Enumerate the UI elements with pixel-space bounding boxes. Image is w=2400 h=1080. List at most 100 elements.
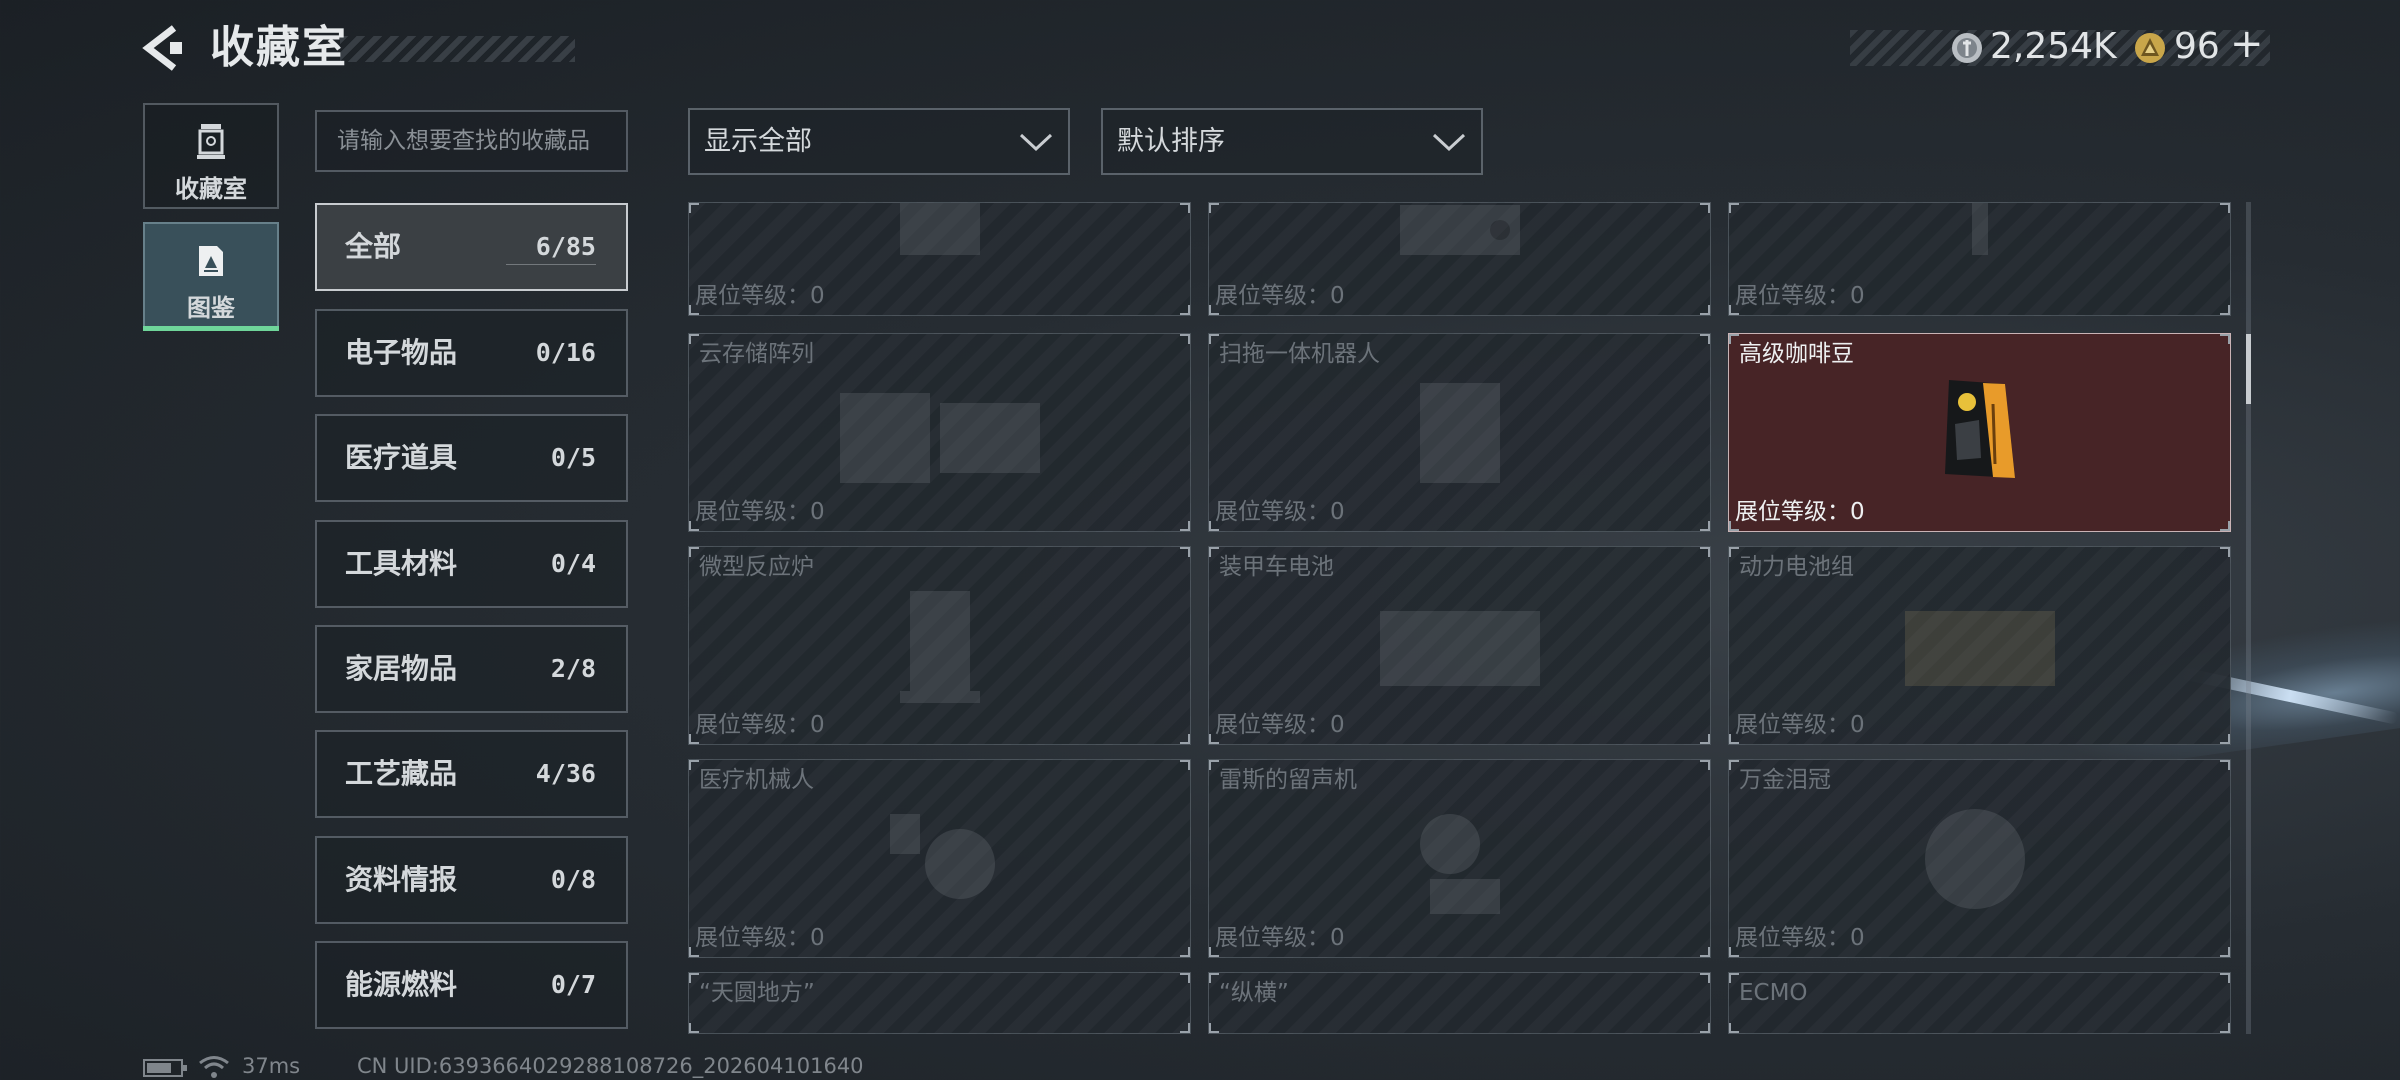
item-level: 展位等级：0 (695, 712, 825, 738)
card-corner-bracket (1209, 734, 1219, 744)
card-corner-bracket (1729, 1023, 1739, 1033)
category-name: 工具材料 (345, 547, 458, 580)
card-corner-bracket (1209, 521, 1219, 531)
card-corner-bracket (1209, 334, 1219, 344)
card-corner-bracket (689, 334, 699, 344)
network-ping: 37ms (242, 1054, 301, 1078)
item-name: 扫拖一体机器人 (1219, 341, 1380, 367)
card-corner-bracket (1729, 760, 1739, 770)
item-level: 展位等级：0 (695, 499, 825, 525)
category-count: 6/85 (505, 205, 597, 289)
item-name: 微型反应炉 (699, 554, 814, 580)
category-medical[interactable]: 医疗道具 0/5 (315, 414, 628, 502)
item-name: 高级咖啡豆 (1739, 341, 1854, 367)
add-premium-button[interactable]: + (2230, 19, 2264, 69)
card-corner-bracket (2220, 1023, 2230, 1033)
collection-search-input[interactable] (315, 110, 628, 172)
collection-item-card[interactable]: “天圆地方” (688, 972, 1191, 1034)
grid-scrollbar-track[interactable] (2246, 202, 2251, 1034)
collection-item-card[interactable]: 雷斯的留声机 展位等级：0 (1208, 759, 1711, 958)
collection-item-card[interactable]: “纵横” (1208, 972, 1711, 1034)
nav-active-indicator (143, 326, 279, 331)
item-name: 医疗机械人 (699, 767, 814, 793)
display-filter-dropdown[interactable]: 显示全部 (688, 108, 1070, 175)
item-name: 装甲车电池 (1219, 554, 1334, 580)
item-name: 云存储阵列 (699, 341, 814, 367)
card-corner-bracket (1209, 760, 1219, 770)
card-corner-bracket (1729, 947, 1739, 957)
card-corner-bracket (1180, 547, 1190, 557)
item-level: 展位等级：0 (1735, 499, 1865, 525)
collection-item-card[interactable]: 装甲车电池 展位等级：0 (1208, 546, 1711, 745)
card-corner-bracket (1700, 973, 1710, 983)
collection-item-card[interactable]: 万金泪冠 展位等级：0 (1728, 759, 2231, 958)
card-corner-bracket (1209, 947, 1219, 957)
collection-item-card[interactable]: 展位等级：0 (1208, 202, 1711, 316)
nav-collection-room[interactable]: 收藏室 (143, 103, 279, 209)
card-corner-bracket (2220, 947, 2230, 957)
item-level: 展位等级：0 (1215, 283, 1345, 309)
card-corner-bracket (1209, 203, 1219, 213)
category-tools[interactable]: 工具材料 0/4 (315, 520, 628, 608)
collection-item-card[interactable]: 展位等级：0 (1728, 202, 2231, 316)
category-crafts[interactable]: 工艺藏品 4/36 (315, 730, 628, 818)
nav-catalog[interactable]: 图鉴 (143, 222, 279, 328)
card-corner-bracket (689, 734, 699, 744)
display-filter-value: 显示全部 (704, 126, 812, 157)
card-corner-bracket (2220, 305, 2230, 315)
collection-item-card[interactable]: 展位等级：0 (688, 202, 1191, 316)
category-count: 0/4 (550, 549, 596, 578)
item-level: 展位等级：0 (1735, 925, 1865, 951)
sort-dropdown[interactable]: 默认排序 (1101, 108, 1483, 175)
card-corner-bracket (689, 760, 699, 770)
category-name: 医疗道具 (345, 441, 458, 474)
category-count: 0/16 (535, 338, 596, 367)
card-corner-bracket (2220, 521, 2230, 531)
category-intel[interactable]: 资料情报 0/8 (315, 836, 628, 924)
collection-item-card[interactable]: 动力电池组 展位等级：0 (1728, 546, 2231, 745)
category-count: 0/8 (550, 865, 596, 894)
currency-coin-icon (1952, 33, 1982, 63)
category-count: 2/8 (550, 654, 596, 683)
user-uid: CN UID:6393664029288108726_202604101640 (357, 1054, 864, 1078)
collection-item-card[interactable]: ECMO (1728, 972, 2231, 1034)
card-corner-bracket (1700, 734, 1710, 744)
category-all[interactable]: 全部 6/85 (315, 203, 628, 291)
battery-art (1379, 610, 1540, 686)
med-robot-art (889, 813, 995, 899)
category-energy[interactable]: 能源燃料 0/7 (315, 941, 628, 1029)
grid-scrollbar-thumb[interactable] (2246, 334, 2251, 404)
item-level: 展位等级：0 (1735, 712, 1865, 738)
category-household[interactable]: 家居物品 2/8 (315, 625, 628, 713)
item-level: 展位等级：0 (695, 925, 825, 951)
card-corner-bracket (689, 947, 699, 957)
card-corner-bracket (689, 521, 699, 531)
item-level: 展位等级：0 (695, 283, 825, 309)
device-art (1399, 205, 1520, 256)
card-corner-bracket (689, 1023, 699, 1033)
card-corner-bracket (1180, 1023, 1190, 1033)
category-name: 家居物品 (345, 652, 458, 685)
card-corner-bracket (1180, 760, 1190, 770)
sort-value: 默认排序 (1117, 126, 1225, 157)
server-art (839, 392, 1040, 483)
collection-item-card[interactable]: 云存储阵列 展位等级：0 (688, 333, 1191, 532)
card-corner-bracket (1209, 305, 1219, 315)
card-corner-bracket (1729, 305, 1739, 315)
coffee-bag-art (1944, 379, 2015, 478)
item-level: 展位等级：0 (1215, 499, 1345, 525)
back-arrow-icon[interactable] (140, 22, 190, 74)
collection-item-card[interactable]: 扫拖一体机器人 展位等级：0 (1208, 333, 1711, 532)
category-electronics[interactable]: 电子物品 0/16 (315, 309, 628, 397)
collection-item-card-unlocked[interactable]: 高级咖啡豆 展位等级：0 (1728, 333, 2231, 532)
robot-art (1419, 382, 1500, 483)
card-corner-bracket (2220, 334, 2230, 344)
collection-item-card[interactable]: 医疗机械人 展位等级：0 (688, 759, 1191, 958)
collection-item-card[interactable]: 微型反应炉 展位等级：0 (688, 546, 1191, 745)
item-level: 展位等级：0 (1215, 712, 1345, 738)
chevron-down-icon (1432, 133, 1466, 152)
crown-art (1924, 808, 2025, 909)
card-corner-bracket (1729, 203, 1739, 213)
card-corner-bracket (689, 973, 699, 983)
item-name: “纵横” (1219, 980, 1289, 1006)
